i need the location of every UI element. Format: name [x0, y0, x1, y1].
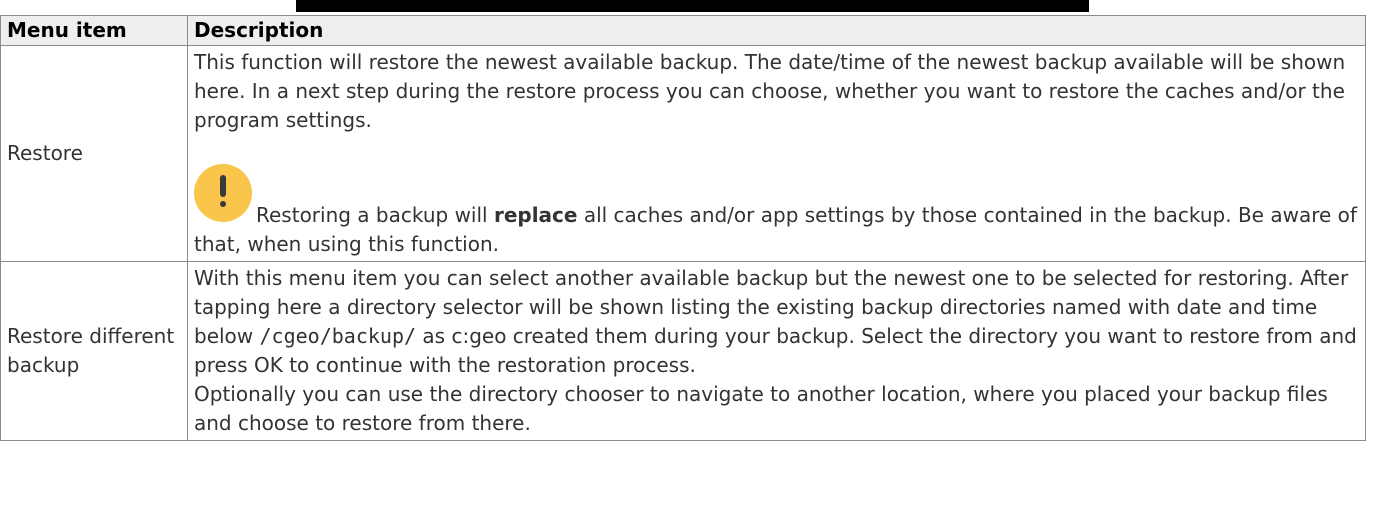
exclamation-icon: [194, 164, 252, 222]
restore-different-paragraph: With this menu item you can select anoth…: [194, 264, 1359, 380]
restore-different-paragraph-2: Optionally you can use the directory cho…: [194, 382, 1328, 435]
header-menu-item: Menu item: [0, 15, 188, 46]
note-text-strong: replace: [493, 203, 578, 227]
menu-items-table: Menu item Description Restore This funct…: [0, 15, 1366, 441]
header-description: Description: [187, 15, 1366, 46]
table-row-restore-different: Restore different backup With this menu …: [0, 261, 1366, 441]
note-text-before: Restoring a backup will: [256, 203, 494, 227]
warning-note: Restoring a backup will replace all cach…: [194, 164, 1359, 259]
description-restore: This function will restore the newest av…: [187, 45, 1366, 262]
restore-paragraph: This function will restore the newest av…: [194, 50, 1346, 132]
backup-path-code: /cgeo/backup/: [259, 324, 417, 348]
table-header-row: Menu item Description: [0, 15, 1366, 46]
menu-item-restore: Restore: [0, 45, 188, 262]
description-restore-different-backup: With this menu item you can select anoth…: [187, 261, 1366, 441]
menu-item-restore-different-backup: Restore different backup: [0, 261, 188, 441]
table-row-restore: Restore This function will restore the n…: [0, 45, 1366, 262]
top-banner-bar: [296, 0, 1089, 12]
